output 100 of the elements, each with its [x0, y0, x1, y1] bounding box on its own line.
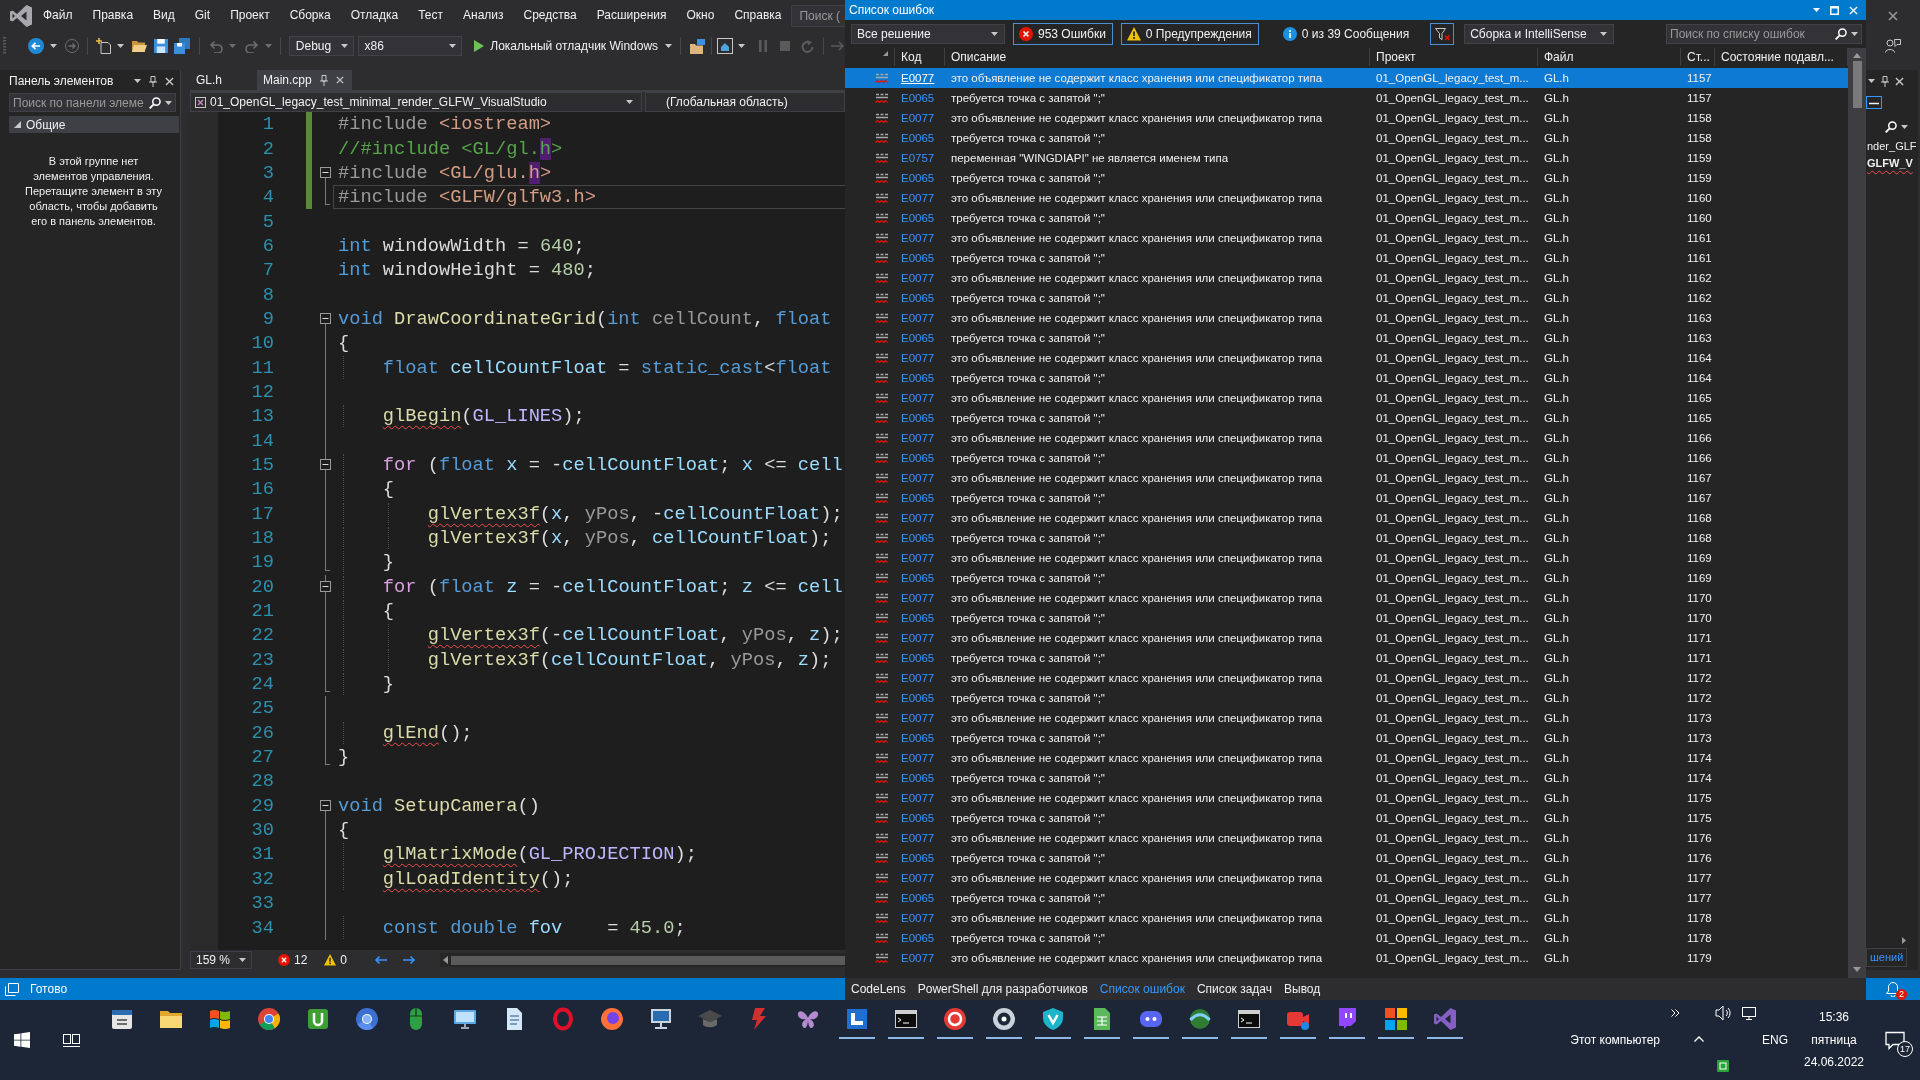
menu-item[interactable]: Тест — [408, 4, 453, 27]
source-dropdown[interactable]: Сборка и IntelliSense — [1464, 24, 1615, 44]
error-code-link[interactable]: E0065 — [901, 812, 935, 824]
new-item-icon[interactable] — [95, 38, 112, 54]
globe-icon[interactable] — [1188, 1007, 1212, 1031]
error-row[interactable]: E0077 это объявление не содержит класс хранения или спецификатор типа 01_OpenGL_legacy_test_m... GL.h 1164 — [845, 348, 1848, 368]
scrollbar[interactable] — [440, 953, 845, 967]
save-all-icon[interactable] — [173, 38, 190, 54]
error-row[interactable]: E0065 требуется точка с запятой ";" 01_OpenGL_legacy_test_m... GL.h 1165 — [845, 408, 1848, 428]
error-row[interactable]: E0077 это объявление не содержит класс хранения или спецификатор типа 01_OpenGL_legacy_test_m... GL.h 1177 — [845, 868, 1848, 888]
scope-dropdown[interactable]: Все решение — [851, 24, 1005, 44]
caret-icon[interactable] — [1868, 79, 1875, 83]
scroll-down-icon[interactable] — [1853, 967, 1861, 972]
menu-item[interactable]: Проект — [220, 4, 280, 27]
column-header[interactable]: Код — [895, 48, 945, 66]
error-code-link[interactable]: E0077 — [901, 392, 935, 404]
error-code-link[interactable]: E0065 — [901, 492, 935, 504]
tile-icon[interactable] — [306, 1007, 330, 1031]
ring-icon[interactable] — [551, 1007, 575, 1031]
error-row[interactable]: E0065 требуется точка с запятой ";" 01_OpenGL_legacy_test_m... GL.h 1168 — [845, 528, 1848, 548]
error-code-link[interactable]: E0077 — [901, 192, 935, 204]
caret-icon[interactable] — [1813, 8, 1820, 12]
error-code-link[interactable]: E0065 — [901, 732, 935, 744]
scrollbar-thumb[interactable] — [451, 955, 845, 965]
collapse-icon[interactable] — [320, 313, 331, 325]
scroll-right-icon[interactable] — [1902, 936, 1906, 944]
close-icon[interactable] — [165, 76, 174, 86]
error-code-link[interactable]: E0077 — [901, 832, 935, 844]
error-row[interactable]: E0077 это объявление не содержит класс хранения или спецификатор типа 01_OpenGL_legacy_test_m... GL.h 1171 — [845, 628, 1848, 648]
error-code-link[interactable]: E0077 — [901, 512, 935, 524]
disc-icon[interactable] — [943, 1007, 967, 1031]
group-header[interactable]: Общие — [9, 116, 179, 133]
flag-icon[interactable] — [208, 1007, 232, 1031]
project-dropdown[interactable]: 01_OpenGL_legacy_test_minimal_render_GLFW_VisualStudio — [190, 92, 642, 112]
menu-item[interactable]: Анализ — [453, 4, 514, 27]
menu-item[interactable]: Правка — [82, 4, 144, 27]
calendar-icon[interactable] — [110, 1007, 134, 1031]
error-row[interactable]: E0065 требуется точка с запятой ";" 01_OpenGL_legacy_test_m... GL.h 1177 — [845, 888, 1848, 908]
warning-count-button[interactable]: 0 — [324, 953, 348, 967]
error-row[interactable]: E0065 требуется точка с запятой ";" 01_OpenGL_legacy_test_m... GL.h 1157 — [845, 88, 1848, 108]
error-code-link[interactable]: E0077 — [901, 792, 935, 804]
error-code-link[interactable]: E0077 — [901, 72, 935, 84]
error-row[interactable]: E0065 требуется точка с запятой ";" 01_OpenGL_legacy_test_m... GL.h 1174 — [845, 768, 1848, 788]
panel-tab[interactable]: Вывод — [1278, 982, 1327, 996]
menu-item[interactable]: Окно — [676, 4, 725, 27]
error-row[interactable]: E0065 требуется точка с запятой ";" 01_OpenGL_legacy_test_m... GL.h 1176 — [845, 848, 1848, 868]
menu-item[interactable]: Справка — [724, 4, 792, 27]
error-row[interactable]: E0077 это объявление не содержит класс хранения или спецификатор типа 01_OpenGL_legacy_test_m... GL.h 1165 — [845, 388, 1848, 408]
filter-toggle[interactable]: 953 Ошибки — [1013, 23, 1113, 45]
error-code-link[interactable]: E0065 — [901, 852, 935, 864]
error-code-link[interactable]: E0065 — [901, 772, 935, 784]
error-code-link[interactable]: E0065 — [901, 212, 935, 224]
panel-tab[interactable]: CodeLens — [845, 982, 912, 996]
column-header[interactable]: Файл — [1538, 48, 1681, 66]
error-code-link[interactable]: E0065 — [901, 92, 935, 104]
collapse-icon[interactable] — [320, 800, 331, 812]
pin-icon[interactable] — [1881, 75, 1889, 87]
error-row[interactable]: E0065 требуется точка с запятой ";" 01_OpenGL_legacy_test_m... GL.h 1170 — [845, 608, 1848, 628]
chevron-up-icon[interactable] — [1693, 1036, 1704, 1042]
file-tab[interactable]: Main.cpp — [257, 70, 352, 90]
back-icon[interactable] — [28, 38, 44, 54]
collapse-icon[interactable] — [320, 459, 331, 471]
panel-tab[interactable]: шений — [1866, 948, 1908, 967]
restart-icon[interactable] — [801, 39, 815, 53]
column-header[interactable]: Проект — [1370, 48, 1538, 66]
error-code-link[interactable]: E0065 — [901, 652, 935, 664]
computer-icon[interactable] — [649, 1007, 673, 1031]
redo-icon[interactable] — [244, 39, 259, 53]
error-row[interactable]: E0065 требуется точка с запятой ";" 01_OpenGL_legacy_test_m... GL.h 1169 — [845, 568, 1848, 588]
error-code-link[interactable]: E0077 — [901, 912, 935, 924]
error-row[interactable]: E0065 требуется точка с запятой ";" 01_OpenGL_legacy_test_m... GL.h 1178 — [845, 928, 1848, 948]
error-row[interactable]: E0077 это объявление не содержит класс хранения или спецификатор типа 01_OpenGL_legacy_test_m... GL.h 1157 — [845, 68, 1848, 88]
error-code-link[interactable]: E0757 — [901, 152, 935, 164]
chevron-icon[interactable] — [1671, 1009, 1680, 1017]
eye-icon[interactable] — [992, 1007, 1016, 1031]
error-code-link[interactable]: E0077 — [901, 472, 935, 484]
column-header[interactable]: Ст... — [1681, 48, 1715, 66]
save-icon[interactable] — [153, 39, 168, 53]
error-row[interactable]: E0065 требуется точка с запятой ";" 01_OpenGL_legacy_test_m... GL.h 1159 — [845, 168, 1848, 188]
close-icon[interactable] — [335, 76, 344, 84]
filter-toggle[interactable]: 0 Предупреждения — [1120, 23, 1259, 45]
zoom-dropdown[interactable]: 159 % — [190, 951, 252, 969]
undo-icon[interactable] — [208, 39, 223, 53]
monitor-icon[interactable] — [1742, 1006, 1756, 1020]
error-code-link[interactable]: E0065 — [901, 412, 935, 424]
caret-icon[interactable] — [665, 44, 673, 48]
close-icon[interactable] — [1888, 10, 1898, 21]
error-code-link[interactable]: E0077 — [901, 272, 935, 284]
error-row[interactable]: E0077 это объявление не содержит класс хранения или спецификатор типа 01_OpenGL_legacy_test_m... GL.h 1163 — [845, 308, 1848, 328]
pin-icon[interactable] — [149, 75, 157, 87]
error-code-link[interactable]: E0077 — [901, 672, 935, 684]
monitor-icon[interactable] — [453, 1007, 477, 1031]
configuration-dropdown[interactable]: Debug — [288, 36, 354, 56]
error-code-link[interactable]: E0065 — [901, 372, 935, 384]
error-code-link[interactable]: E0065 — [901, 332, 935, 344]
error-row[interactable]: E0077 это объявление не содержит класс хранения или спецификатор типа 01_OpenGL_legacy_test_m... GL.h 1172 — [845, 668, 1848, 688]
error-row[interactable]: E0065 требуется точка с запятой ";" 01_OpenGL_legacy_test_m... GL.h 1162 — [845, 288, 1848, 308]
pin-icon[interactable] — [319, 74, 328, 86]
clock[interactable]: 15:36 пятница 24.06.2022 — [1799, 1006, 1869, 1074]
scroll-left-icon[interactable] — [443, 956, 449, 964]
